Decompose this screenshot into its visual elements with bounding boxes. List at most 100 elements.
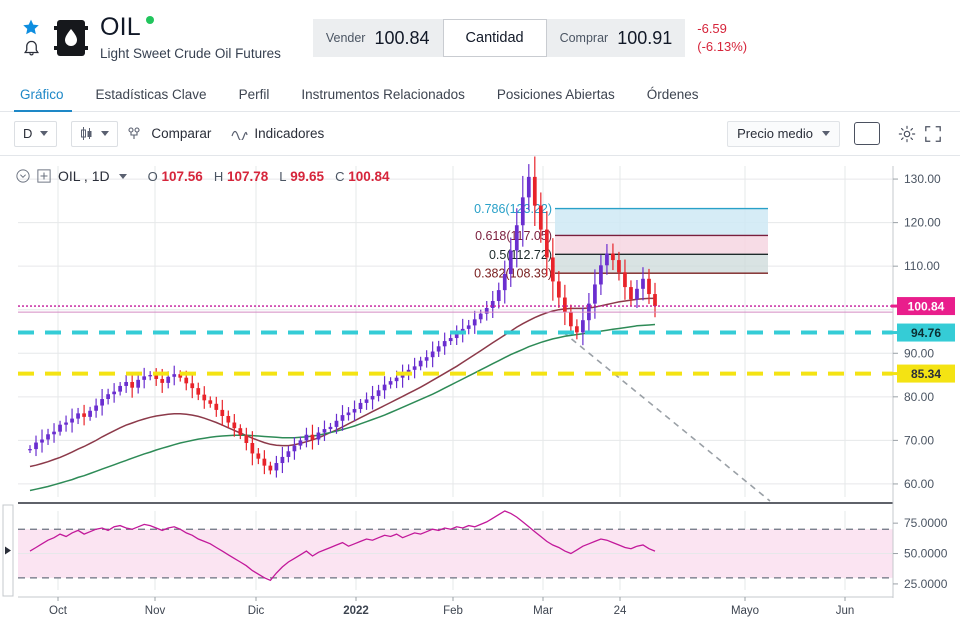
candle (208, 400, 213, 404)
tab-grafico[interactable]: Gráfico (14, 87, 80, 112)
candle (370, 395, 375, 400)
change-absolute: -6.59 (697, 21, 727, 37)
candle (220, 409, 225, 416)
instrument-header: OIL Light Sweet Crude Oil Futures Vender… (0, 0, 960, 76)
candle (388, 381, 393, 385)
price-axis-tick: 60.00 (904, 477, 934, 491)
close-value: 100.84 (348, 168, 390, 184)
date-axis-tick: Mayo (731, 605, 759, 617)
open-label: O (147, 168, 158, 184)
price-change-block: -6.59 (-6.13%) (697, 20, 747, 55)
candle (364, 399, 369, 403)
tab-posiciones-abiertas[interactable]: Posiciones Abiertas (481, 87, 631, 111)
tab-perfil[interactable]: Perfil (223, 87, 286, 111)
svg-text:100.84: 100.84 (908, 300, 945, 314)
chevron-circle-icon[interactable] (16, 169, 30, 183)
candle (490, 301, 495, 308)
candle (538, 205, 543, 230)
candle (286, 451, 291, 457)
candle (376, 390, 381, 396)
header-icon-group (14, 18, 48, 58)
candle (328, 426, 333, 430)
settings-button[interactable] (894, 121, 920, 147)
chart-type-selector[interactable] (71, 120, 119, 147)
candle (298, 440, 303, 446)
date-axis-tick: Mar (533, 605, 553, 617)
symbol-block: OIL Light Sweet Crude Oil Futures (100, 15, 281, 62)
chevron-down-icon[interactable] (118, 173, 127, 179)
layout-square-button[interactable] (854, 122, 880, 145)
bell-icon[interactable] (22, 39, 41, 58)
candle (322, 429, 327, 433)
candle (653, 294, 657, 307)
candle (544, 229, 549, 258)
candle (478, 313, 483, 320)
candle (160, 378, 165, 383)
sell-label: Vender (325, 31, 366, 45)
candle (556, 281, 561, 298)
candle (605, 253, 609, 266)
buy-label: Comprar (559, 31, 609, 45)
date-axis-tick: Nov (145, 605, 166, 617)
candle (88, 410, 92, 417)
candle (58, 424, 62, 432)
price-mode-selector[interactable]: Precio medio (727, 120, 840, 147)
quantity-input[interactable]: Cantidad (442, 19, 547, 57)
date-axis-tick: Dic (248, 605, 265, 617)
candle (184, 377, 189, 384)
chart-canvas-area[interactable]: OIL , 1D O 107.56 H 107.78 L 99.65 C 100… (0, 156, 960, 617)
price-chart-svg[interactable]: 0.786(123.22)0.618(117.05)0.5(112.72)0.3… (0, 156, 960, 617)
candle (472, 319, 477, 326)
compare-button[interactable]: Comparar (118, 126, 221, 141)
oil-barrel-icon (54, 20, 88, 56)
candle (418, 360, 423, 367)
plus-box-icon[interactable] (37, 169, 51, 183)
buy-cell[interactable]: Comprar 100.91 (546, 19, 686, 57)
candle (268, 465, 273, 471)
star-icon[interactable] (21, 18, 41, 37)
candle (154, 375, 159, 379)
candle (484, 307, 489, 314)
candle (262, 458, 267, 466)
candle (442, 341, 447, 347)
tab-instrumentos-relacionados[interactable]: Instrumentos Relacionados (285, 87, 481, 111)
candle (466, 325, 471, 329)
candle (214, 403, 219, 410)
indicators-label: Indicadores (254, 126, 325, 141)
date-axis-tick: 2022 (343, 605, 369, 617)
sell-cell[interactable]: Vender 100.84 (312, 19, 443, 57)
sell-price: 100.84 (374, 27, 430, 48)
fib-level-label: 0.5(112.72) (489, 248, 552, 262)
candle (76, 413, 80, 419)
indicators-button[interactable]: Indicadores (221, 126, 334, 141)
candle (250, 442, 255, 454)
fullscreen-icon (925, 125, 941, 142)
candle (34, 442, 38, 450)
candle (274, 463, 279, 471)
price-badge: 100.84 (891, 297, 955, 316)
candle (340, 415, 345, 421)
candle (46, 434, 50, 440)
candle (100, 399, 104, 406)
chevron-down-icon (822, 131, 830, 136)
fullscreen-button[interactable] (920, 121, 946, 147)
candle (641, 278, 645, 289)
candle (244, 435, 249, 443)
candle (647, 278, 651, 295)
candle (334, 420, 339, 427)
candle (112, 391, 116, 395)
candle (190, 383, 195, 389)
candle (310, 434, 315, 440)
tab-estadisticas-clave[interactable]: Estadísticas Clave (80, 87, 223, 111)
price-badge: 85.34 (891, 364, 955, 383)
interval-selector[interactable]: D (14, 120, 58, 147)
quote-panel: Vender 100.84 Cantidad Comprar 100.91 (312, 19, 686, 57)
candle (196, 388, 201, 395)
candle (623, 272, 627, 288)
chevron-down-icon (40, 131, 49, 136)
tab-ordenes[interactable]: Órdenes (631, 87, 715, 111)
moving-average-line (29, 297, 655, 468)
candle (508, 250, 513, 275)
candle (94, 405, 98, 411)
candle (581, 320, 585, 333)
